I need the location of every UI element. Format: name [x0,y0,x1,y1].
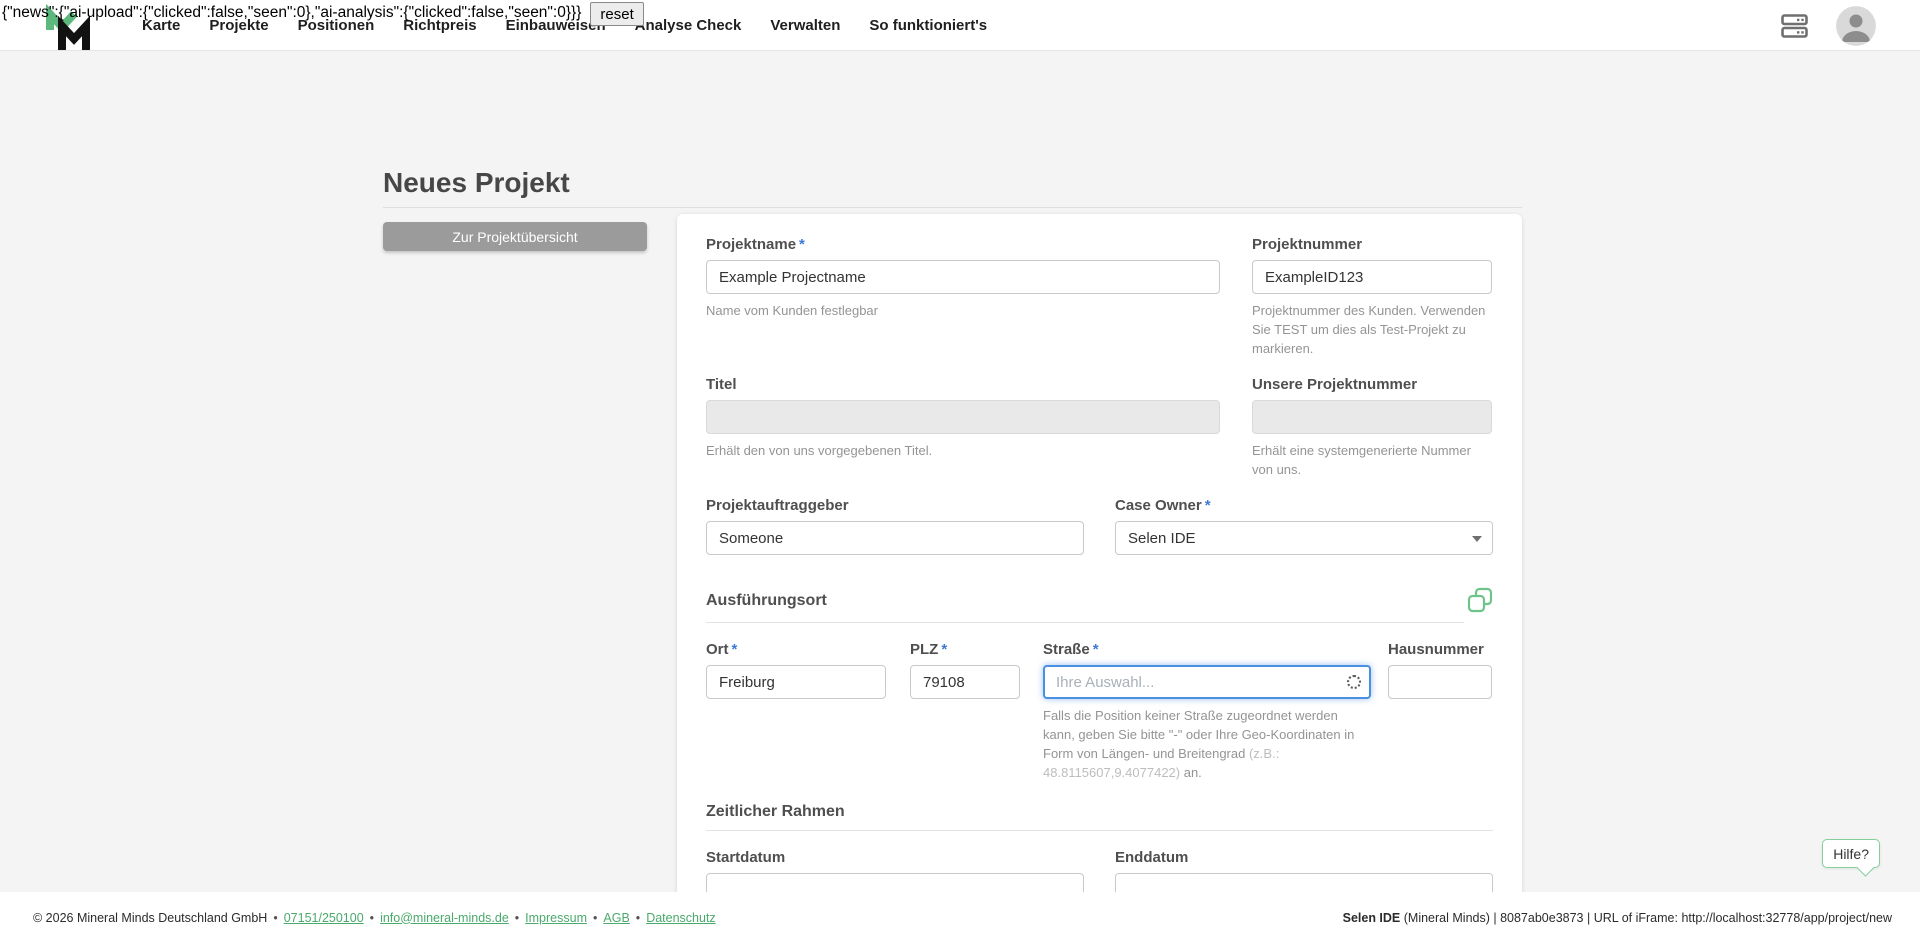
required-marker: * [941,641,947,658]
page-title: Neues Projekt [383,167,570,199]
footer-user-name: Selen IDE [1343,911,1401,925]
projektname-label: Projektname* [706,236,1220,254]
copy-icon[interactable] [1467,587,1493,614]
ort-input[interactable] [706,665,886,699]
unsere-projektnummer-label: Unsere Projektnummer [1252,376,1492,394]
zur-projektuebersicht-button[interactable]: Zur Projektübersicht [383,222,647,251]
debug-json-text: {"news":{"ai-upload":{"clicked":false,"s… [2,2,581,24]
hausnummer-field-group: Hausnummer [1388,641,1492,782]
titel-label: Titel [706,376,1220,394]
user-avatar-icon[interactable] [1836,6,1876,46]
projektauftraggeber-label: Projektauftraggeber [706,497,1084,515]
unsere-projektnummer-helper: Erhält eine systemgenerierte Nummer von … [1252,441,1492,479]
footer-link-datenschutz[interactable]: Datenschutz [646,911,715,925]
debug-overlay: {"news":{"ai-upload":{"clicked":false,"s… [2,2,644,26]
required-marker: * [799,236,805,253]
footer-separator: • [636,911,640,925]
strasse-helper: Falls die Position keiner Straße zugeord… [1043,706,1371,782]
footer-separator: • [370,911,374,925]
strasse-field-group: Straße* Falls die Position keiner Straße… [1043,641,1371,782]
server-icon[interactable] [1781,14,1808,38]
case-owner-select[interactable]: Selen IDE [1115,521,1493,555]
strasse-label: Straße* [1043,641,1371,659]
zeitlicher-rahmen-section-header: Zeitlicher Rahmen [706,802,1493,822]
startdatum-label: Startdatum [706,849,1084,867]
hilfe-button[interactable]: Hilfe? [1822,839,1880,868]
case-owner-field-group: Case Owner* Selen IDE [1115,497,1493,555]
projektnummer-field-group: Projektnummer Projektnummer des Kunden. … [1252,236,1492,358]
content-area: Neues Projekt Zur Projektübersicht Proje… [0,51,1920,892]
footer-session-details: (Mineral Minds) | 8087ab0e3873 | URL of … [1400,911,1892,925]
footer-separator: • [273,911,277,925]
titel-field-group: Titel Erhält den von uns vorgegebenen Ti… [706,376,1220,479]
required-marker: * [1093,641,1099,658]
ausfuehrungsort-heading: Ausführungsort [706,591,827,611]
case-owner-selected-value: Selen IDE [1128,530,1196,547]
footer-left: © 2026 Mineral Minds Deutschland GmbH • … [33,911,716,925]
footer-link-email[interactable]: info@mineral-minds.de [380,911,509,925]
title-divider [383,207,1522,208]
footer-link-agb[interactable]: AGB [603,911,629,925]
plz-input[interactable] [910,665,1020,699]
projektnummer-helper: Projektnummer des Kunden. Verwenden Sie … [1252,301,1492,358]
ausfuehrungsort-section-header: Ausführungsort [706,587,1493,614]
enddatum-label: Enddatum [1115,849,1493,867]
projektnummer-label: Projektnummer [1252,236,1492,254]
required-marker: * [732,641,738,658]
loading-spinner-icon [1347,675,1361,689]
footer-separator: • [593,911,597,925]
hausnummer-label: Hausnummer [1388,641,1492,659]
footer-link-impressum[interactable]: Impressum [525,911,587,925]
titel-helper: Erhält den von uns vorgegebenen Titel. [706,441,1220,460]
app-page: Karte Projekte Positionen Richtpreis Ein… [0,0,1920,943]
footer-link-phone[interactable]: 07151/250100 [284,911,364,925]
required-marker: * [1205,497,1211,514]
zeitlicher-rahmen-heading: Zeitlicher Rahmen [706,802,845,822]
nav-item-analyse-check[interactable]: Analyse Check [635,17,742,34]
projektnummer-input[interactable] [1252,260,1492,294]
projektauftraggeber-field-group: Projektauftraggeber [706,497,1084,555]
unsere-projektnummer-field-group: Unsere Projektnummer Erhält eine systemg… [1252,376,1492,479]
nav-item-verwalten[interactable]: Verwalten [770,17,840,34]
new-project-form-card: Projektname* Name vom Kunden festlegbar … [677,214,1522,917]
zeitlicher-rahmen-divider [706,830,1493,831]
plz-field-group: PLZ* [910,641,1020,782]
strasse-input[interactable] [1043,665,1371,699]
unsere-projektnummer-input [1252,400,1492,434]
plz-label: PLZ* [910,641,1020,659]
nav-item-so-funktionierts[interactable]: So funktioniert's [869,17,987,34]
projektauftraggeber-input[interactable] [706,521,1084,555]
projektname-field-group: Projektname* Name vom Kunden festlegbar [706,236,1220,358]
projektname-helper: Name vom Kunden festlegbar [706,301,1220,320]
ort-label: Ort* [706,641,886,659]
projektname-input[interactable] [706,260,1220,294]
hausnummer-input[interactable] [1388,665,1492,699]
page-footer: © 2026 Mineral Minds Deutschland GmbH • … [0,892,1920,943]
chevron-down-icon [1472,536,1482,542]
case-owner-label: Case Owner* [1115,497,1493,515]
footer-separator: • [515,911,519,925]
ausfuehrungsort-divider [706,622,1464,623]
ort-field-group: Ort* [706,641,886,782]
reset-button[interactable]: reset [590,2,643,26]
titel-input [706,400,1220,434]
topbar-actions [1781,0,1876,51]
footer-session-info: Selen IDE (Mineral Minds) | 8087ab0e3873… [1343,911,1892,925]
footer-copyright: © 2026 Mineral Minds Deutschland GmbH [33,911,267,925]
